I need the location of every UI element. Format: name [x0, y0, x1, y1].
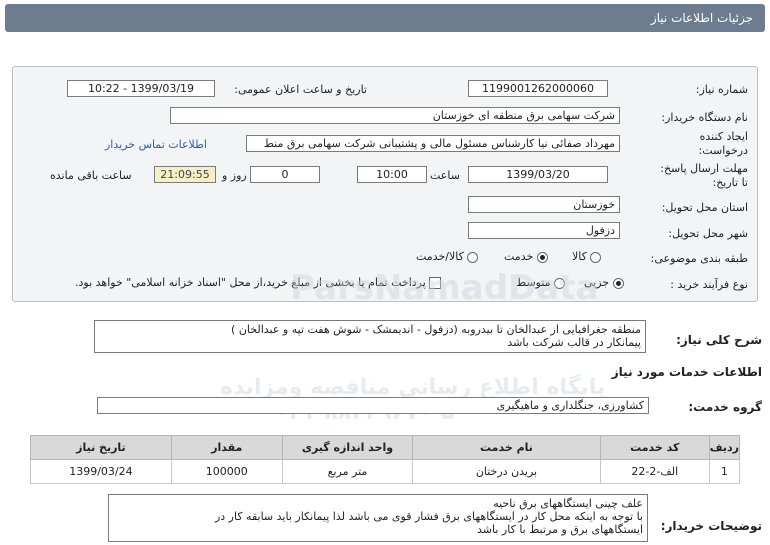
- announce-field: 1399/03/19 - 10:22: [67, 80, 215, 97]
- deadline-time-field: 10:00: [357, 166, 427, 183]
- city-label: شهر محل تحویل:: [668, 227, 748, 240]
- radio-goods-service[interactable]: [467, 251, 479, 263]
- buyer-field: شرکت سهامی برق منطقه ای خوزستان: [170, 107, 620, 124]
- buyer-notes-label: توضیحات خریدار:: [660, 519, 762, 533]
- creator-label-2: درخواست:: [698, 144, 748, 157]
- process-minor-label: جزیی: [584, 276, 610, 289]
- category-option-goods[interactable]: کالا: [572, 250, 602, 263]
- summary-line-2: پیمانکار در قالب شرکت باشد: [507, 336, 641, 349]
- need-number-field: 1199001262000060: [468, 80, 608, 97]
- header-service-code: کد خدمت: [599, 435, 710, 460]
- contact-buyer-link[interactable]: اطلاعات تماس خریدار: [105, 138, 207, 151]
- services-table: ردیف کد خدمت نام خدمت واحد اندازه گیری م…: [30, 435, 741, 484]
- radio-medium[interactable]: [554, 277, 566, 289]
- services-heading: اطلاعات خدمات مورد نیاز: [611, 365, 762, 379]
- announce-label: تاریخ و ساعت اعلان عمومی:: [234, 83, 367, 96]
- cell-unit: متر مربع: [281, 459, 414, 484]
- process-label: نوع فرآیند خرید :: [670, 278, 748, 291]
- header-quantity: مقدار: [170, 435, 283, 460]
- payment-checkbox[interactable]: [429, 277, 442, 289]
- process-option-minor[interactable]: جزیی: [584, 276, 624, 289]
- cell-row-number: 1: [708, 459, 741, 484]
- payment-note: پرداخت تمام یا بخشی از مبلغ خرید،از محل …: [75, 276, 426, 289]
- province-field: خوزستان: [468, 196, 620, 213]
- cell-need-date: 1399/03/24: [30, 459, 172, 484]
- radio-minor[interactable]: [612, 277, 624, 289]
- buyer-label: نام دستگاه خریدار:: [661, 111, 748, 124]
- page-title: جزئیات اطلاعات نیاز: [650, 11, 753, 25]
- creator-label-1: ایجاد کننده: [699, 130, 748, 143]
- time-label: ساعت: [430, 169, 460, 182]
- service-group-label: گروه خدمت:: [688, 400, 762, 414]
- header-row-number: ردیف: [708, 435, 741, 460]
- summary-label: شرح کلی نیاز:: [676, 333, 762, 347]
- cell-service-code: الف-2-22: [599, 459, 710, 484]
- buyer-notes-box: علف چینی ایستگاههای برق ناحیه با توجه به…: [108, 494, 648, 542]
- deadline-date-field: 1399/03/20: [468, 166, 608, 183]
- radio-goods[interactable]: [590, 251, 602, 263]
- header-need-date: تاریخ نیاز: [30, 435, 172, 460]
- city-field: دزفول: [468, 222, 620, 239]
- days-field: 0: [250, 166, 320, 183]
- radio-service[interactable]: [536, 251, 548, 263]
- category-option-goods-service[interactable]: کالا/خدمت: [416, 250, 479, 263]
- deadline-label-1: مهلت ارسال پاسخ:: [660, 162, 748, 175]
- table-row: 1 الف-2-22 بریدن درختان متر مربع 100000 …: [30, 459, 741, 484]
- creator-field: مهرداد صفائی نیا کارشناس مسئول مالی و پش…: [246, 135, 620, 152]
- buyer-notes-line-1: علف چینی ایستگاههای برق ناحیه: [493, 497, 643, 510]
- remaining-label: ساعت باقی مانده: [50, 169, 132, 182]
- payment-option[interactable]: پرداخت تمام یا بخشی از مبلغ خرید،از محل …: [75, 276, 442, 289]
- cell-service-name: بریدن درختان: [412, 459, 601, 484]
- process-medium-label: متوسط: [516, 276, 551, 289]
- process-option-medium[interactable]: متوسط: [516, 276, 566, 289]
- category-option-service[interactable]: خدمت: [504, 250, 548, 263]
- cell-quantity: 100000: [170, 459, 283, 484]
- buyer-notes-line-3: ایستگاههای برق و مرتبط با کار باشد: [477, 523, 643, 536]
- category-service-label: خدمت: [504, 250, 534, 263]
- deadline-label-2: تا تاریخ:: [712, 176, 748, 189]
- category-label: طبقه بندی موضوعی:: [650, 252, 748, 265]
- header-service-name: نام خدمت: [412, 435, 601, 460]
- summary-box: منطقه جغرافیایی از عبدالخان تا بیدروبه (…: [94, 320, 646, 353]
- need-number-label: شماره نیاز:: [695, 83, 748, 96]
- category-goods-service-label: کالا/خدمت: [416, 250, 464, 263]
- buyer-notes-line-2: با توجه به اینکه محل کار در ایستگاههای ب…: [214, 510, 643, 523]
- need-details-panel: [12, 66, 758, 302]
- header-unit: واحد اندازه گیری: [281, 435, 414, 460]
- category-goods-label: کالا: [572, 250, 587, 263]
- service-group-field: کشاورزی، جنگلداری و ماهیگیری: [97, 397, 649, 414]
- remaining-time-field: 21:09:55: [154, 166, 216, 183]
- table-header-row: ردیف کد خدمت نام خدمت واحد اندازه گیری م…: [30, 435, 741, 460]
- days-label: روز و: [222, 169, 247, 182]
- page-title-bar: جزئیات اطلاعات نیاز: [5, 4, 765, 32]
- summary-line-1: منطقه جغرافیایی از عبدالخان تا بیدروبه (…: [231, 323, 641, 336]
- province-label: استان محل تحویل:: [661, 201, 748, 214]
